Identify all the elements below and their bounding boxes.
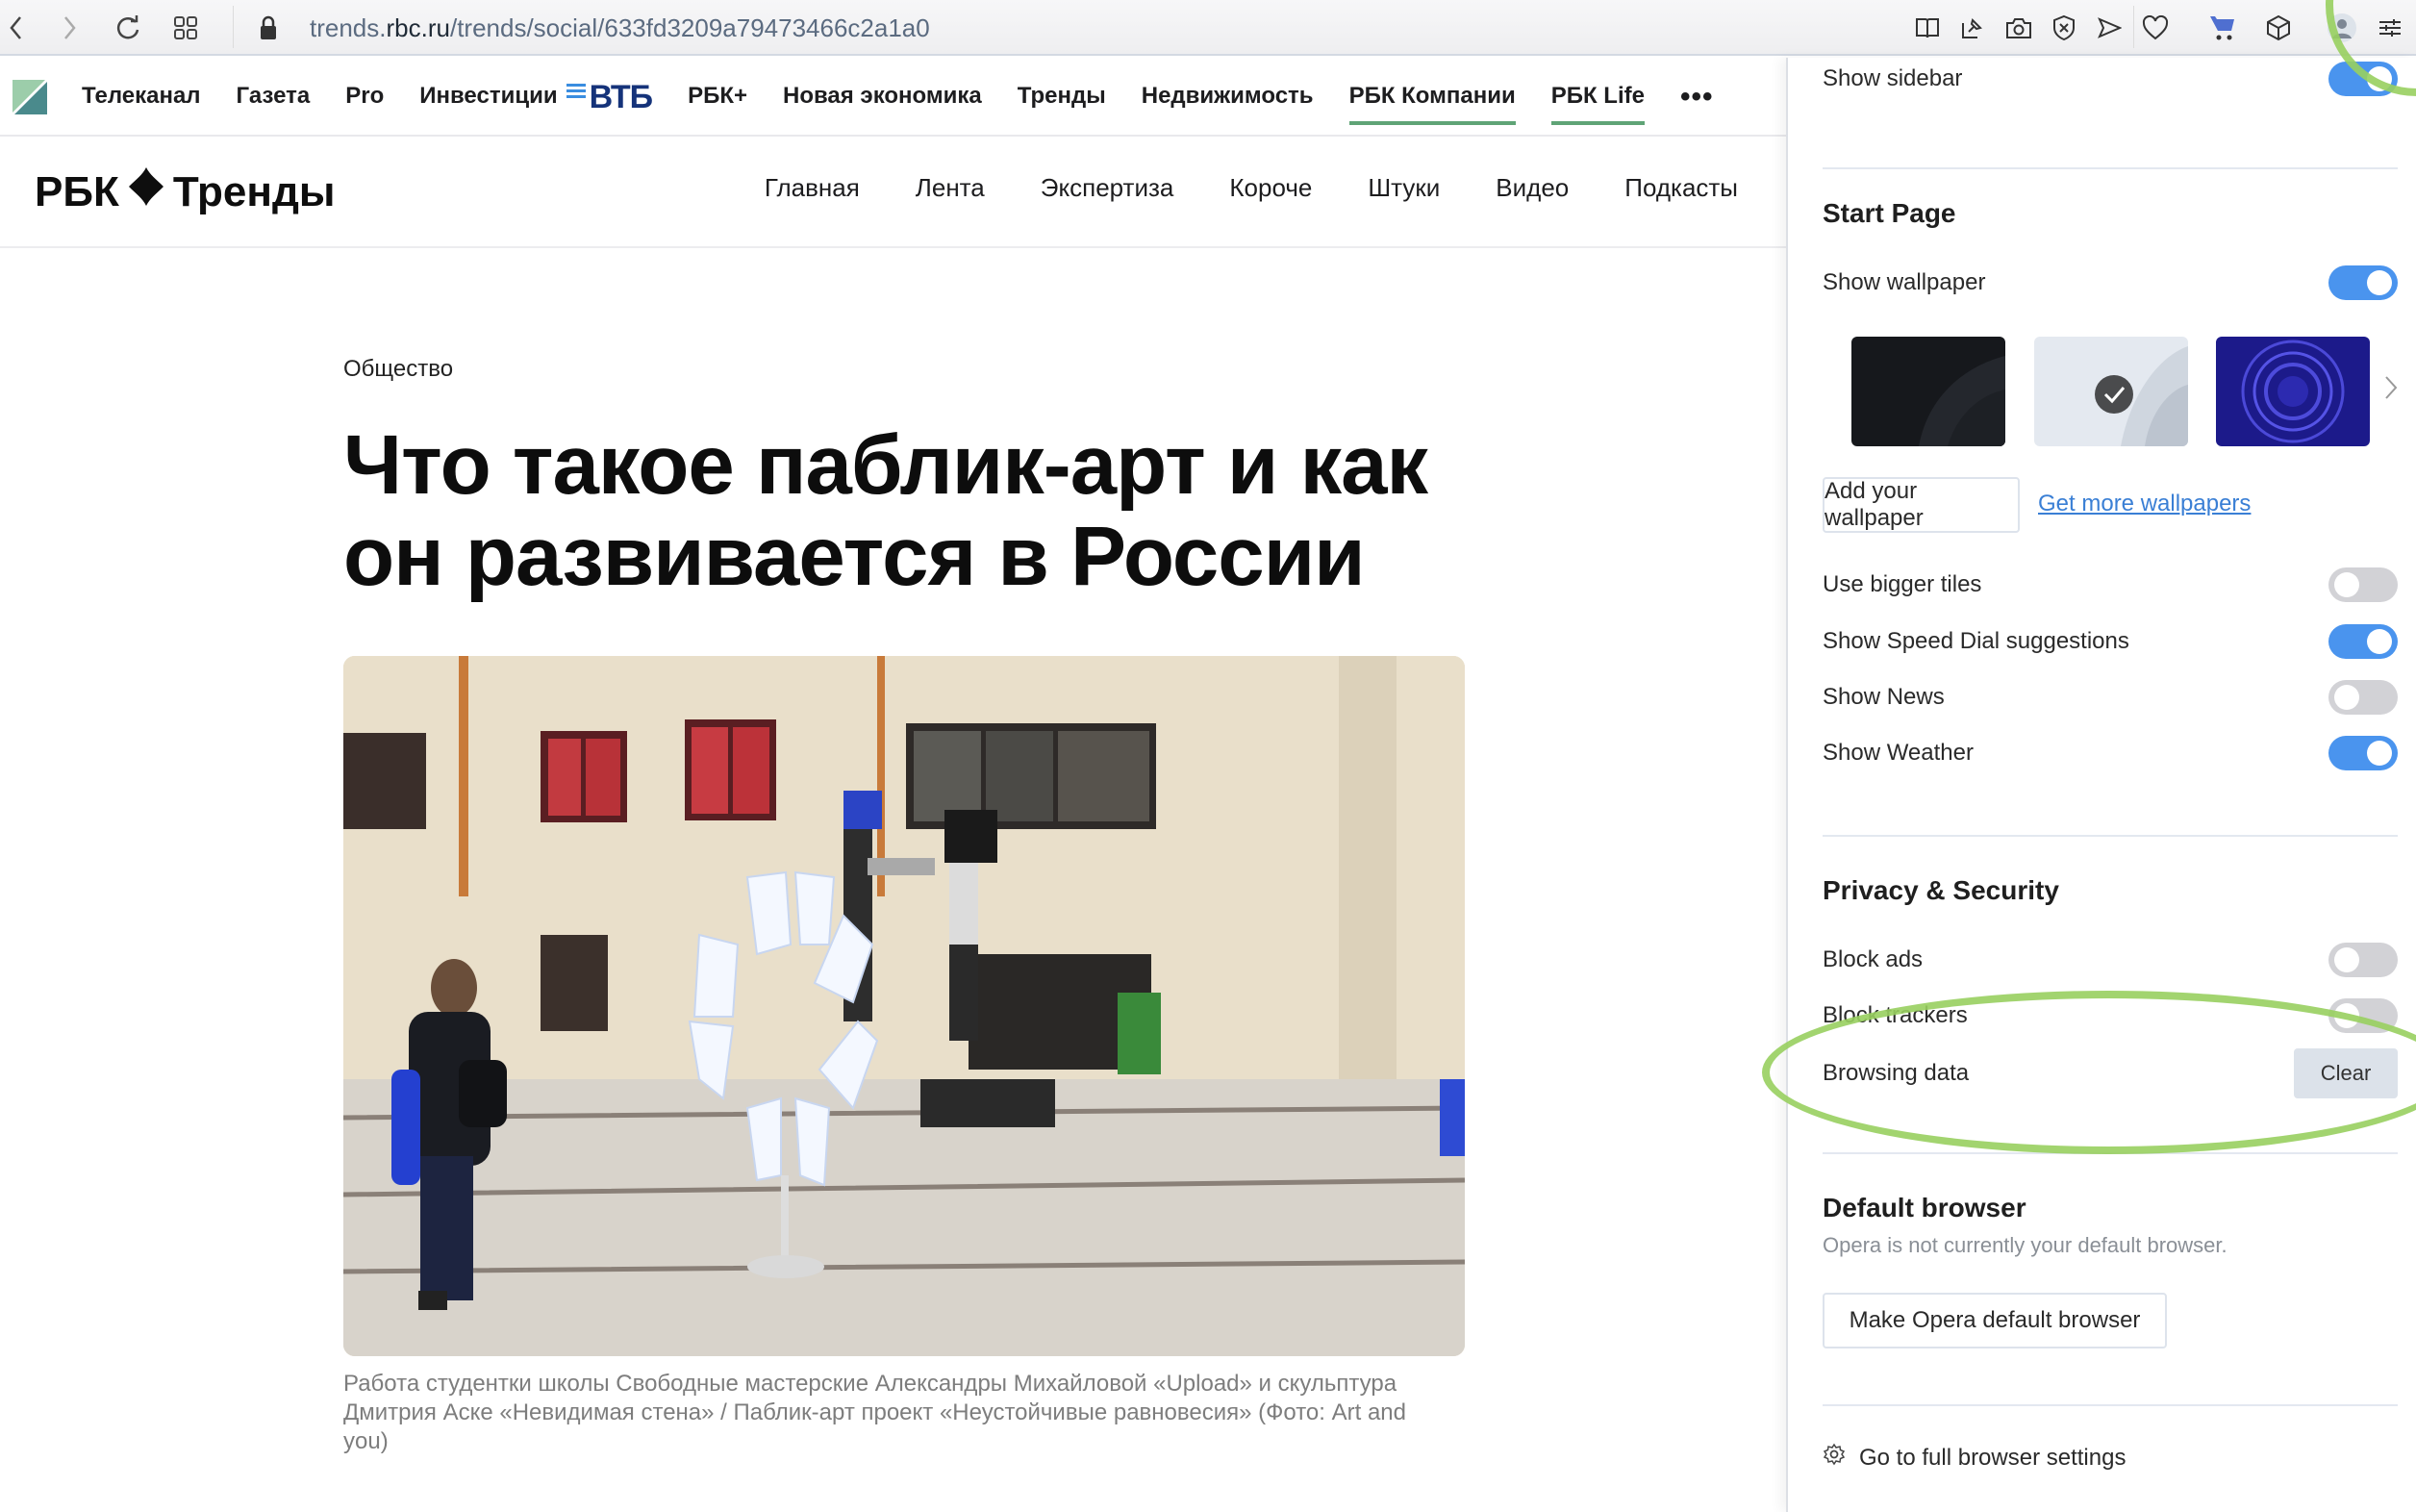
show-news-row: Show News — [1823, 678, 2398, 717]
default-browser-title: Default browser — [1823, 1193, 2026, 1222]
snapshot-icon[interactable] — [2002, 12, 2035, 44]
speed-dial-suggestions-toggle[interactable] — [2328, 624, 2398, 659]
cart-icon[interactable] — [2206, 12, 2239, 44]
back-icon[interactable] — [0, 12, 33, 44]
wallpaper-blue-rings[interactable] — [2216, 337, 2370, 446]
block-ads-label: Block ads — [1823, 946, 1924, 972]
send-icon[interactable] — [2093, 12, 2126, 44]
bigger-tiles-label: Use bigger tiles — [1823, 571, 1982, 597]
section-divider — [1823, 1404, 2398, 1406]
vtb-bars-icon — [566, 83, 586, 98]
bigger-tiles-toggle[interactable] — [2328, 567, 2398, 602]
bigger-tiles-row: Use bigger tiles — [1823, 566, 2398, 604]
topnav-item-rbc-plus[interactable]: РБК+ — [688, 83, 747, 112]
vtb-logo[interactable]: ВТБ — [566, 79, 653, 116]
wallpapers-next-icon[interactable] — [2384, 375, 2398, 405]
topnav-item-investicii[interactable]: Инвестиции — [419, 83, 557, 112]
show-sidebar-row: Show sidebar — [1823, 60, 2398, 98]
block-trackers-toggle[interactable] — [2328, 998, 2398, 1033]
nav-item-shtuki[interactable]: Штуки — [1368, 173, 1440, 203]
url-path: /trends/social/633fd3209a79473466c2a1a0 — [449, 13, 930, 42]
get-more-wallpapers-link[interactable]: Get more wallpapers — [2038, 491, 2251, 517]
topnav-item-trends[interactable]: Тренды — [1018, 83, 1106, 112]
adblock-shield-icon[interactable] — [2048, 12, 2080, 44]
show-weather-label: Show Weather — [1823, 740, 1974, 766]
heart-icon[interactable] — [2139, 12, 2172, 44]
start-page-title: Start Page — [1823, 198, 1956, 228]
nav-item-video[interactable]: Видео — [1496, 173, 1569, 203]
block-ads-toggle[interactable] — [2328, 943, 2398, 977]
url-host: trends.rbc.ru — [310, 13, 450, 42]
add-wallpaper-button[interactable]: Add your wallpaper — [1823, 477, 2020, 533]
rbc-logo-icon[interactable] — [13, 80, 47, 114]
more-menu-button[interactable]: ••• — [1680, 81, 1714, 113]
toolbar-separator — [2133, 6, 2134, 48]
show-news-label: Show News — [1823, 684, 1945, 710]
topnav-item-gazeta[interactable]: Газета — [237, 83, 311, 112]
lock-icon[interactable] — [252, 12, 285, 44]
privacy-security-title: Privacy & Security — [1823, 875, 2059, 905]
site-main-nav: Главная Лента Экспертиза Короче Штуки Ви… — [765, 173, 1738, 203]
full-settings-link[interactable]: Go to full browser settings — [1823, 1443, 2126, 1473]
topnav-item-rbc-companies[interactable]: РБК Компании — [1348, 83, 1516, 125]
clear-browsing-data-button[interactable]: Clear — [2294, 1048, 2398, 1098]
block-ads-row: Block ads — [1823, 941, 2398, 979]
topnav-item-telekanal[interactable]: Телеканал — [82, 83, 201, 112]
box-icon[interactable] — [2262, 12, 2295, 44]
show-weather-row: Show Weather — [1823, 734, 2398, 772]
default-browser-status: Opera is not currently your default brow… — [1823, 1233, 2227, 1257]
speed-dial-suggestions-label: Show Speed Dial suggestions — [1823, 628, 2129, 654]
article-title: Что такое паблик-арт и как он развиваетс… — [343, 418, 1428, 603]
section-divider — [1823, 835, 2398, 837]
photo-caption: Работа студентки школы Свободные мастерс… — [343, 1371, 1406, 1454]
show-sidebar-toggle[interactable] — [2328, 62, 2398, 96]
reader-icon[interactable] — [1911, 12, 1944, 44]
block-trackers-label: Block trackers — [1823, 1002, 1968, 1028]
forward-icon[interactable] — [53, 12, 86, 44]
topnav-item-new-economy[interactable]: Новая экономика — [783, 83, 982, 112]
browser-toolbar: trends.rbc.ru/trends/social/633fd3209a79… — [0, 0, 2416, 56]
section-divider — [1823, 1152, 2398, 1154]
make-default-browser-button[interactable]: Make Opera default browser — [1823, 1293, 2167, 1348]
show-wallpaper-label: Show wallpaper — [1823, 269, 1986, 295]
article-photo — [343, 656, 1465, 1356]
topnav-item-pro[interactable]: Pro — [345, 83, 384, 112]
tabs-grid-icon[interactable] — [169, 12, 202, 44]
article: Общество Что такое паблик-арт и как он р… — [343, 356, 1478, 1456]
block-trackers-row: Block trackers — [1823, 996, 2398, 1035]
rbc-top-nav: Телеканал Газета Pro Инвестиции ВТБ РБК+… — [0, 58, 1786, 137]
browsing-data-label: Browsing data — [1823, 1060, 1970, 1086]
show-sidebar-label: Show sidebar — [1823, 65, 1963, 91]
easy-setup-icon[interactable] — [2374, 12, 2406, 44]
site-header: РБК Тренды Главная Лента Экспертиза Коро… — [0, 137, 1786, 248]
gear-icon — [1823, 1443, 1846, 1473]
topnav-item-realty[interactable]: Недвижимость — [1142, 83, 1314, 112]
speed-dial-suggestions-row: Show Speed Dial suggestions — [1823, 622, 2398, 661]
show-wallpaper-row: Show wallpaper — [1823, 264, 2398, 302]
toolbar-separator — [233, 6, 234, 48]
nav-item-lenta[interactable]: Лента — [916, 173, 985, 203]
brand-logo[interactable]: РБК Тренды — [35, 165, 335, 218]
pin-icon[interactable] — [1956, 12, 1989, 44]
full-settings-label: Go to full browser settings — [1859, 1444, 2127, 1471]
show-weather-toggle[interactable] — [2328, 736, 2398, 770]
nav-item-ekspertiza[interactable]: Экспертиза — [1041, 173, 1174, 203]
article-category[interactable]: Общество — [343, 356, 1478, 383]
easy-setup-panel: Show sidebar Start Page Show wallpaper A… — [1786, 58, 2416, 1512]
brand-diamond-icon — [127, 165, 165, 218]
section-divider — [1823, 167, 2398, 169]
wallpaper-dark-waves[interactable] — [1851, 337, 2005, 446]
nav-item-podkasty[interactable]: Подкасты — [1624, 173, 1738, 203]
wallpaper-light-waves[interactable] — [2034, 337, 2188, 446]
show-news-toggle[interactable] — [2328, 680, 2398, 715]
profile-avatar[interactable] — [2326, 12, 2358, 44]
topnav-item-rbc-life[interactable]: РБК Life — [1550, 83, 1646, 125]
nav-item-glavnaya[interactable]: Главная — [765, 173, 860, 203]
browsing-data-row: Browsing data Clear — [1823, 1048, 2398, 1098]
address-bar[interactable]: trends.rbc.ru/trends/social/633fd3209a79… — [310, 12, 930, 44]
show-wallpaper-toggle[interactable] — [2328, 265, 2398, 300]
public-art-photo — [343, 656, 1465, 1356]
nav-item-koroche[interactable]: Короче — [1229, 173, 1312, 203]
reload-icon[interactable] — [112, 12, 144, 44]
